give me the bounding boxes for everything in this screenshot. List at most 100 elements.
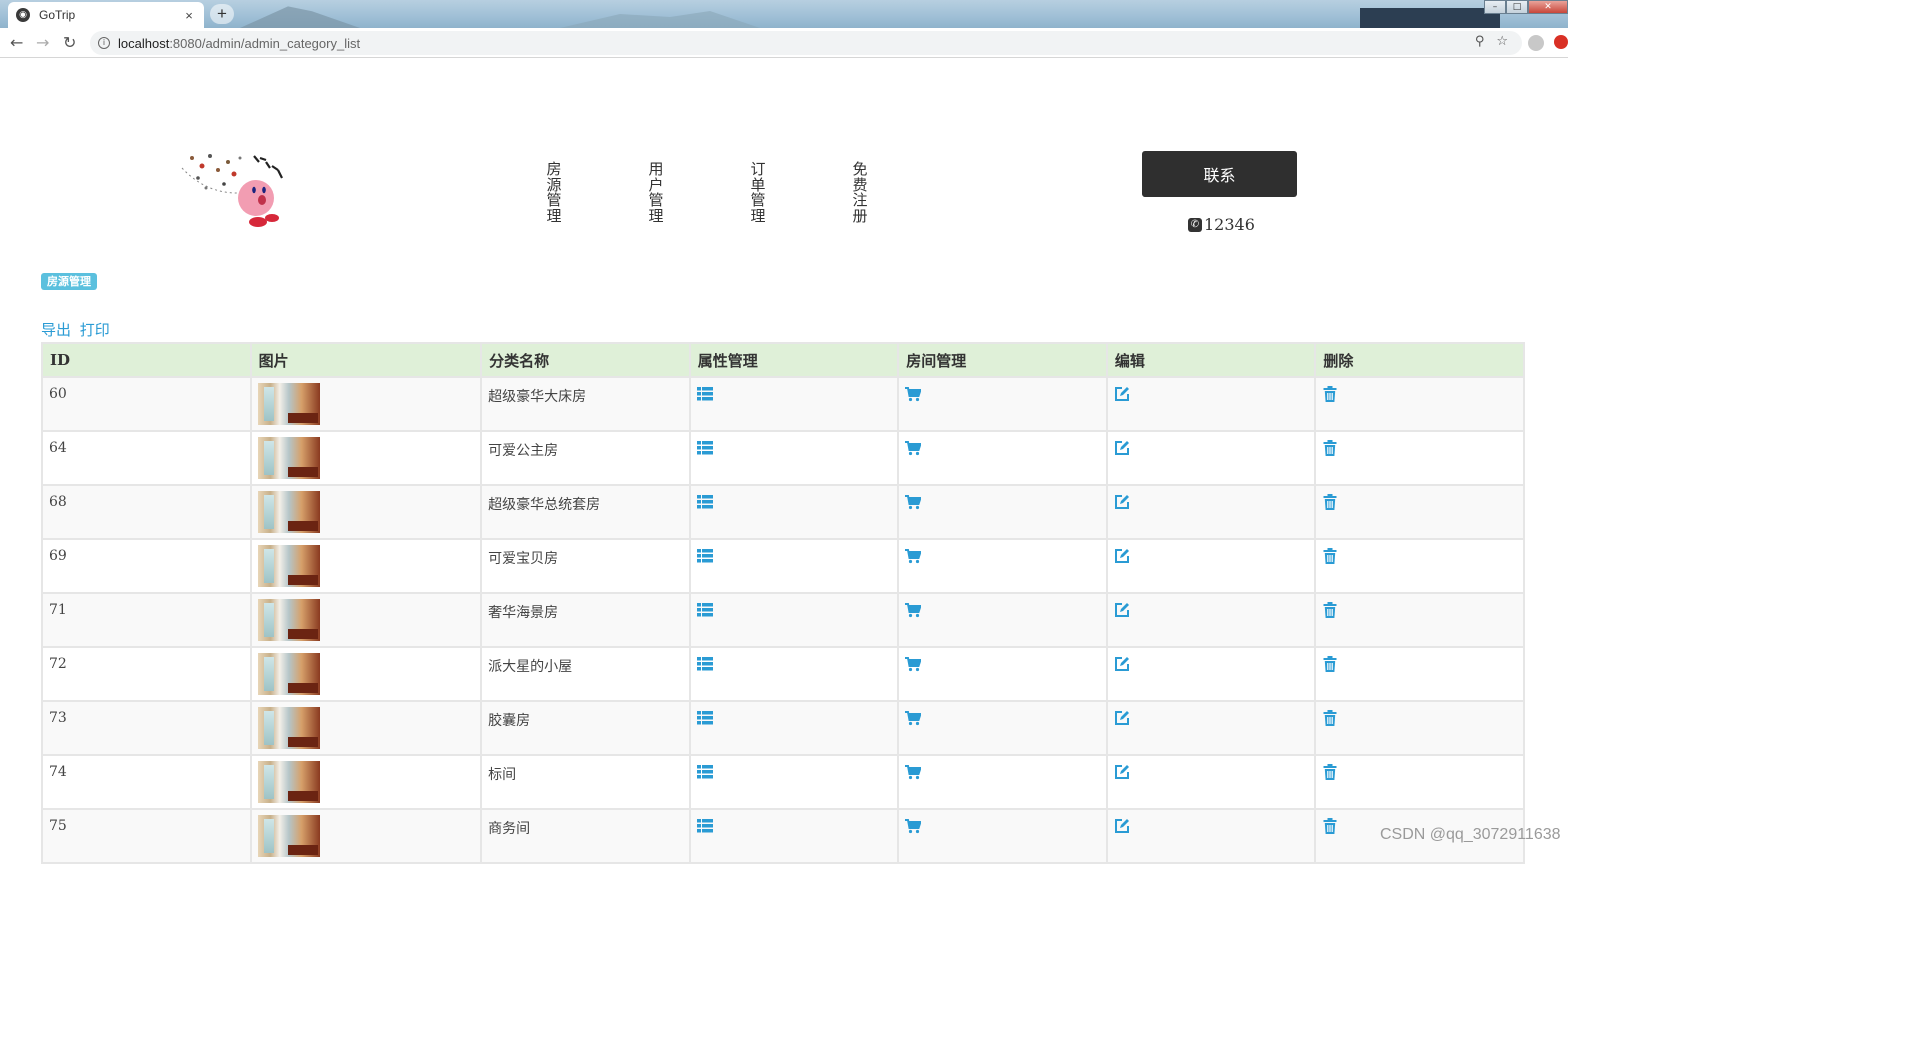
profile-avatar-icon[interactable]	[1528, 35, 1544, 51]
address-bar[interactable]: i localhost:8080/admin/admin_category_li…	[90, 31, 1522, 55]
cell-image	[251, 378, 481, 430]
cell-category-name: 标间	[482, 756, 689, 808]
cell-id: 74	[43, 756, 250, 808]
cart-icon[interactable]	[905, 656, 922, 672]
room-thumbnail[interactable]	[257, 707, 320, 749]
new-tab-button[interactable]: +	[210, 4, 234, 24]
cell-id: 75	[43, 810, 250, 862]
trash-icon[interactable]	[1322, 710, 1338, 726]
trash-icon[interactable]	[1322, 386, 1338, 402]
list-icon[interactable]	[696, 818, 713, 834]
trash-icon[interactable]	[1322, 656, 1338, 672]
browser-tab[interactable]: ◉ GoTrip ×	[8, 2, 204, 28]
reload-icon[interactable]: ↻	[63, 34, 76, 52]
list-icon[interactable]	[696, 764, 713, 780]
cell-delete	[1316, 540, 1523, 592]
nav-item-users[interactable]: 用户管理	[648, 161, 664, 224]
cell-room-manage	[899, 648, 1106, 700]
window-close-button[interactable]: ✕	[1528, 0, 1568, 14]
main-nav: 房源管理 用户管理 订单管理 免费注册	[0, 161, 1568, 232]
cell-attribute-manage	[690, 486, 898, 538]
column-header: 分类名称	[482, 344, 689, 376]
wallpaper-shape	[560, 11, 760, 28]
tab-close-icon[interactable]: ×	[182, 8, 196, 23]
zoom-icon[interactable]: ⚲	[1475, 34, 1485, 49]
room-thumbnail[interactable]	[257, 383, 320, 425]
export-link[interactable]: 导出	[41, 321, 71, 339]
nav-item-orders[interactable]: 订单管理	[750, 161, 766, 224]
section-badge: 房源管理	[41, 273, 97, 290]
cell-image	[251, 540, 481, 592]
room-thumbnail[interactable]	[257, 437, 320, 479]
nav-item-register[interactable]: 免费注册	[852, 161, 868, 224]
info-icon[interactable]: i	[98, 37, 110, 49]
list-icon[interactable]	[696, 602, 713, 618]
nav-item-listings[interactable]: 房源管理	[546, 161, 562, 224]
edit-icon[interactable]	[1114, 548, 1130, 564]
cell-room-manage	[899, 540, 1106, 592]
room-thumbnail[interactable]	[257, 491, 320, 533]
extension-icon[interactable]	[1554, 35, 1568, 49]
cell-edit	[1107, 648, 1315, 700]
minimize-button[interactable]: –	[1484, 0, 1506, 14]
cell-attribute-manage	[690, 594, 898, 646]
room-thumbnail[interactable]	[257, 545, 320, 587]
trash-icon[interactable]	[1322, 494, 1338, 510]
cart-icon[interactable]	[905, 440, 922, 456]
room-thumbnail[interactable]	[257, 599, 320, 641]
edit-icon[interactable]	[1114, 710, 1130, 726]
list-icon[interactable]	[696, 656, 713, 672]
url-text[interactable]: localhost:8080/admin/admin_category_list	[118, 36, 360, 51]
cell-room-manage	[899, 594, 1106, 646]
edit-icon[interactable]	[1114, 656, 1130, 672]
list-icon[interactable]	[696, 494, 713, 510]
contact-button[interactable]: 联系	[1142, 151, 1297, 197]
cell-delete	[1316, 756, 1523, 808]
edit-icon[interactable]	[1114, 494, 1130, 510]
room-thumbnail[interactable]	[257, 761, 320, 803]
cart-icon[interactable]	[905, 818, 922, 834]
cell-id: 69	[43, 540, 250, 592]
trash-icon[interactable]	[1322, 440, 1338, 456]
room-thumbnail[interactable]	[257, 815, 320, 857]
edit-icon[interactable]	[1114, 440, 1130, 456]
browser-tabbar: ◉ GoTrip × + – □ ✕	[0, 0, 1568, 28]
cell-edit	[1107, 432, 1315, 484]
cell-attribute-manage	[690, 540, 898, 592]
table-actions: 导出 打印	[41, 319, 114, 340]
cart-icon[interactable]	[905, 494, 922, 510]
column-header: 属性管理	[690, 344, 898, 376]
cart-icon[interactable]	[905, 764, 922, 780]
cart-icon[interactable]	[905, 710, 922, 726]
cell-edit	[1107, 378, 1315, 430]
bookmark-star-icon[interactable]: ☆	[1496, 34, 1508, 49]
trash-icon[interactable]	[1322, 818, 1338, 834]
edit-icon[interactable]	[1114, 764, 1130, 780]
list-icon[interactable]	[696, 710, 713, 726]
list-icon[interactable]	[696, 440, 713, 456]
table-row: 64 可爱公主房	[43, 432, 1523, 484]
edit-icon[interactable]	[1114, 602, 1130, 618]
list-icon[interactable]	[696, 386, 713, 402]
cart-icon[interactable]	[905, 602, 922, 618]
print-link[interactable]: 打印	[80, 321, 110, 339]
trash-icon[interactable]	[1322, 764, 1338, 780]
cell-image	[251, 702, 481, 754]
cell-image	[251, 432, 481, 484]
cell-category-name: 商务间	[482, 810, 689, 862]
room-thumbnail[interactable]	[257, 653, 320, 695]
edit-icon[interactable]	[1114, 818, 1130, 834]
list-icon[interactable]	[696, 548, 713, 564]
trash-icon[interactable]	[1322, 602, 1338, 618]
maximize-button[interactable]: □	[1506, 0, 1528, 14]
cart-icon[interactable]	[905, 386, 922, 402]
forward-arrow-icon[interactable]: →	[36, 34, 49, 52]
cell-image	[251, 594, 481, 646]
cart-icon[interactable]	[905, 548, 922, 564]
back-arrow-icon[interactable]: ←	[10, 34, 23, 52]
edit-icon[interactable]	[1114, 386, 1130, 402]
cell-edit	[1107, 594, 1315, 646]
trash-icon[interactable]	[1322, 548, 1338, 564]
cell-id: 73	[43, 702, 250, 754]
window-controls: – □ ✕	[1484, 0, 1568, 14]
